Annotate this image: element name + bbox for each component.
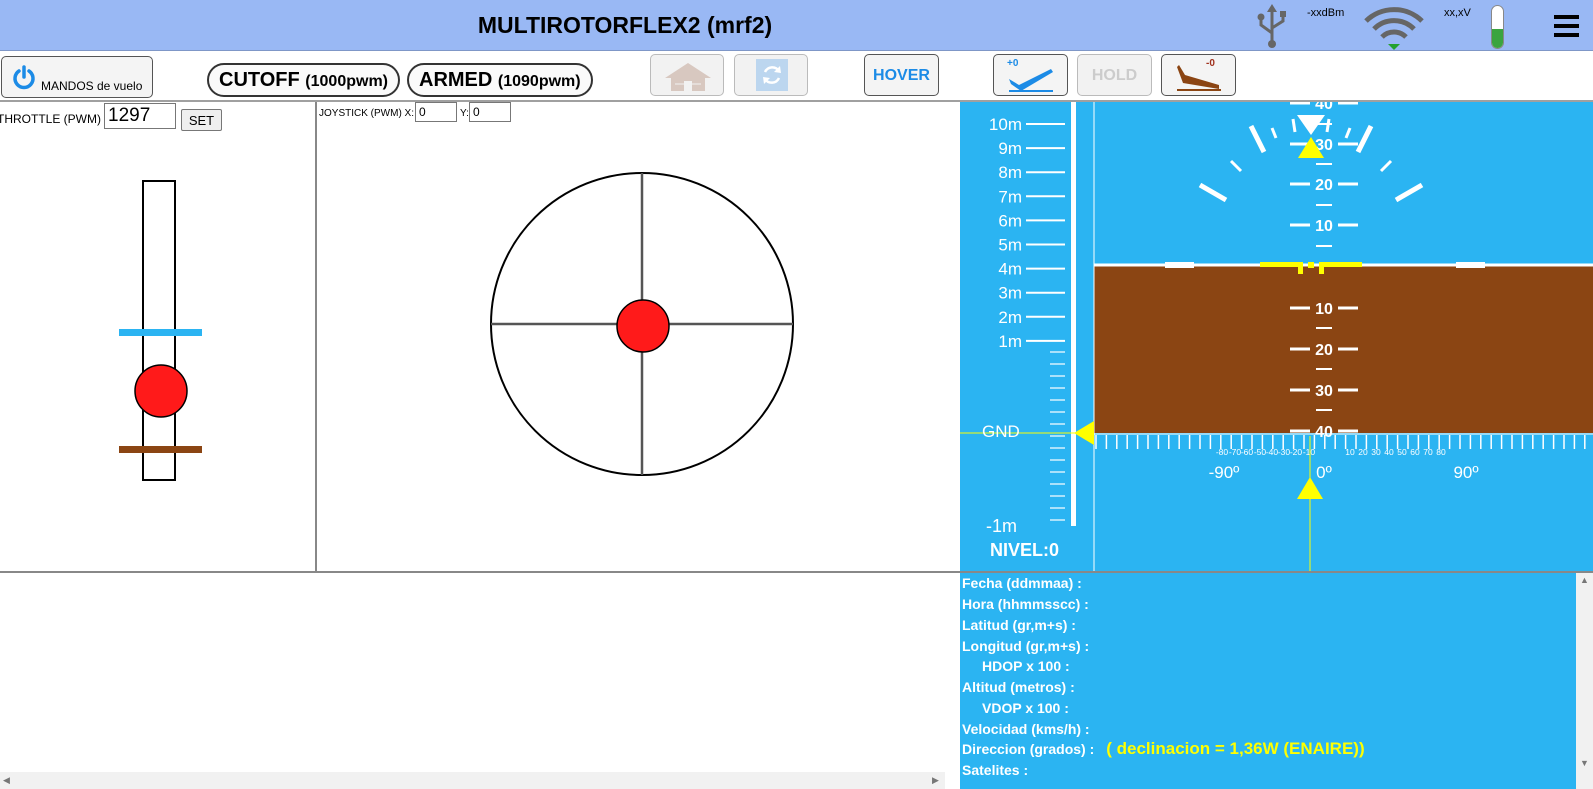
nivel-label: NIVEL:0 (990, 540, 1060, 560)
takeoff-button[interactable]: +0 (993, 54, 1068, 96)
gps-vdop: VDOP x 100 : (982, 700, 1069, 716)
battery-fill (1492, 28, 1503, 48)
gps-hdop: HDOP x 100 : (982, 658, 1070, 674)
gnd-label: GND (982, 422, 1020, 441)
gps-hora: Hora (hhmmsscc) : (962, 596, 1089, 612)
declinacion-text: ( declinacion = 1,36W (ENAIRE)) (1106, 739, 1365, 758)
gps-altitud: Altitud (metros) : (962, 679, 1075, 695)
heading-small-label: 40 (1384, 447, 1394, 457)
cutoff-value: (1000pwm) (305, 73, 388, 90)
joystick-knob (616, 299, 670, 353)
takeoff-icon (1009, 69, 1053, 92)
vertical-scrollbar[interactable]: ▲ ▼ (1576, 573, 1593, 789)
altitude-label: 4m (998, 260, 1022, 279)
altitude-label: 9m (998, 139, 1022, 158)
gps-direccion-row: Direccion (grados) : ( declinacion = 1,36… (962, 739, 1365, 760)
throttle-knob (134, 364, 188, 418)
log-area: ◀ ▶ (0, 571, 960, 789)
landing-icon (1177, 65, 1221, 91)
heading-small-label: -80 (1216, 447, 1229, 457)
cutoff-button[interactable]: CUTOFF (1000pwm) (207, 63, 400, 97)
pitch-label: 10 (1315, 218, 1333, 235)
armed-button[interactable]: ARMED (1090pwm) (407, 63, 593, 97)
altitude-label: 3m (998, 284, 1022, 303)
altitude-label: 10m (989, 115, 1022, 134)
heading-small-label: 60 (1410, 447, 1420, 457)
armed-label: ARMED (419, 69, 493, 91)
altitude-label: 8m (998, 163, 1022, 182)
home-icon (665, 63, 711, 91)
hud-canvas: 10m9m8m7m6m5m4m3m2m1m 4030201010203040 -… (960, 102, 1593, 571)
toolbar: MANDOS de vuelo CUTOFF (1000pwm) ARMED (… (0, 52, 1593, 102)
altitude-label: 5m (998, 236, 1022, 255)
battery-icon (1491, 5, 1504, 49)
cutoff-label: CUTOFF (219, 69, 300, 91)
heading-small-label: -30 (1278, 447, 1291, 457)
altitude-label: 7m (998, 187, 1022, 206)
heading-small-label: 20 (1358, 447, 1368, 457)
hold-button[interactable]: HOLD (1077, 54, 1152, 96)
power-icon (13, 65, 35, 90)
heading-small-label: 30 (1371, 447, 1381, 457)
gps-info-panel: Fecha (ddmmaa) : Hora (hhmmsscc) : Latit… (960, 571, 1593, 789)
joystick-panel: JOYSTICK (PWM) X: Y: (318, 102, 960, 571)
wifi-icon (1364, 7, 1424, 50)
throttle-slider[interactable] (0, 102, 317, 571)
land-button[interactable]: -0 (1161, 54, 1236, 96)
hover-button[interactable]: HOVER (864, 54, 939, 96)
gps-latitud: Latitud (gr,m+s) : (962, 617, 1076, 633)
usb-icon (1257, 4, 1286, 48)
heading-big-label: -90º (1209, 463, 1240, 482)
rssi-text: -xxdBm (1307, 7, 1345, 19)
gps-satelites: Satelites : (962, 762, 1029, 778)
horizontal-scrollbar[interactable]: ◀ ▶ (0, 772, 945, 789)
hover-label: HOVER (873, 67, 930, 84)
altitude-label: 1m (998, 332, 1022, 351)
throttle-panel: THROTTLE (PWM) SET (0, 102, 317, 571)
heading-small-label: -60 (1241, 447, 1254, 457)
gps-longitud: Longitud (gr,m+s) : (962, 638, 1090, 654)
altitude-marker (1074, 421, 1094, 445)
pitch-label: 10 (1315, 301, 1333, 318)
mandos-label: MANDOS de vuelo (41, 79, 143, 93)
heading-small-label: 50 (1397, 447, 1407, 457)
heading-small-label: 10 (1345, 447, 1355, 457)
home-button[interactable] (650, 54, 724, 96)
refresh-icon (756, 59, 788, 91)
attitude-hud: 10m 9m 8m 7m 6m 5m 4m 3m 2m 1m 40 30 20 10 10 20 30 40 (960, 102, 1593, 571)
pitch-label: 30 (1315, 383, 1333, 400)
pitch-label: 40 (1315, 102, 1333, 113)
mandos-button[interactable]: MANDOS de vuelo (1, 56, 153, 98)
pitch-label: 20 (1315, 177, 1333, 194)
gps-direccion: Direccion (grados) : (962, 741, 1095, 757)
joystick-pad[interactable] (318, 102, 960, 571)
heading-small-label: -10 (1303, 447, 1316, 457)
throttle-lower-limit (119, 446, 202, 453)
altitude-label: 6m (998, 211, 1022, 230)
heading-small-label: 70 (1423, 447, 1433, 457)
altitude-label: 2m (998, 308, 1022, 327)
pitch-label: 20 (1315, 342, 1333, 359)
voltage-text: xx,xV (1444, 7, 1471, 19)
heading-small-label: 80 (1436, 447, 1446, 457)
gps-fecha: Fecha (ddmmaa) : (962, 575, 1082, 591)
armed-value: (1090pwm) (497, 73, 581, 90)
heading-small-label: -50 (1254, 447, 1267, 457)
hamburger-menu-icon[interactable] (1554, 15, 1579, 42)
heading-small-label: -20 (1290, 447, 1303, 457)
heading-small-label: -40 (1266, 447, 1279, 457)
app-header: MULTIROTORFLEX2 (mrf2) -xxdBm xx,xV (0, 0, 1593, 51)
heading-small-label: -70 (1229, 447, 1242, 457)
heading-big-label: 90º (1453, 463, 1478, 482)
neg-altitude-label: -1m (986, 516, 1017, 536)
refresh-button[interactable] (734, 54, 808, 96)
heading-big-label: 0º (1316, 463, 1332, 482)
app-title: MULTIROTORFLEX2 (mrf2) (477, 12, 773, 38)
hold-label: HOLD (1091, 67, 1138, 84)
throttle-upper-limit (119, 329, 202, 336)
